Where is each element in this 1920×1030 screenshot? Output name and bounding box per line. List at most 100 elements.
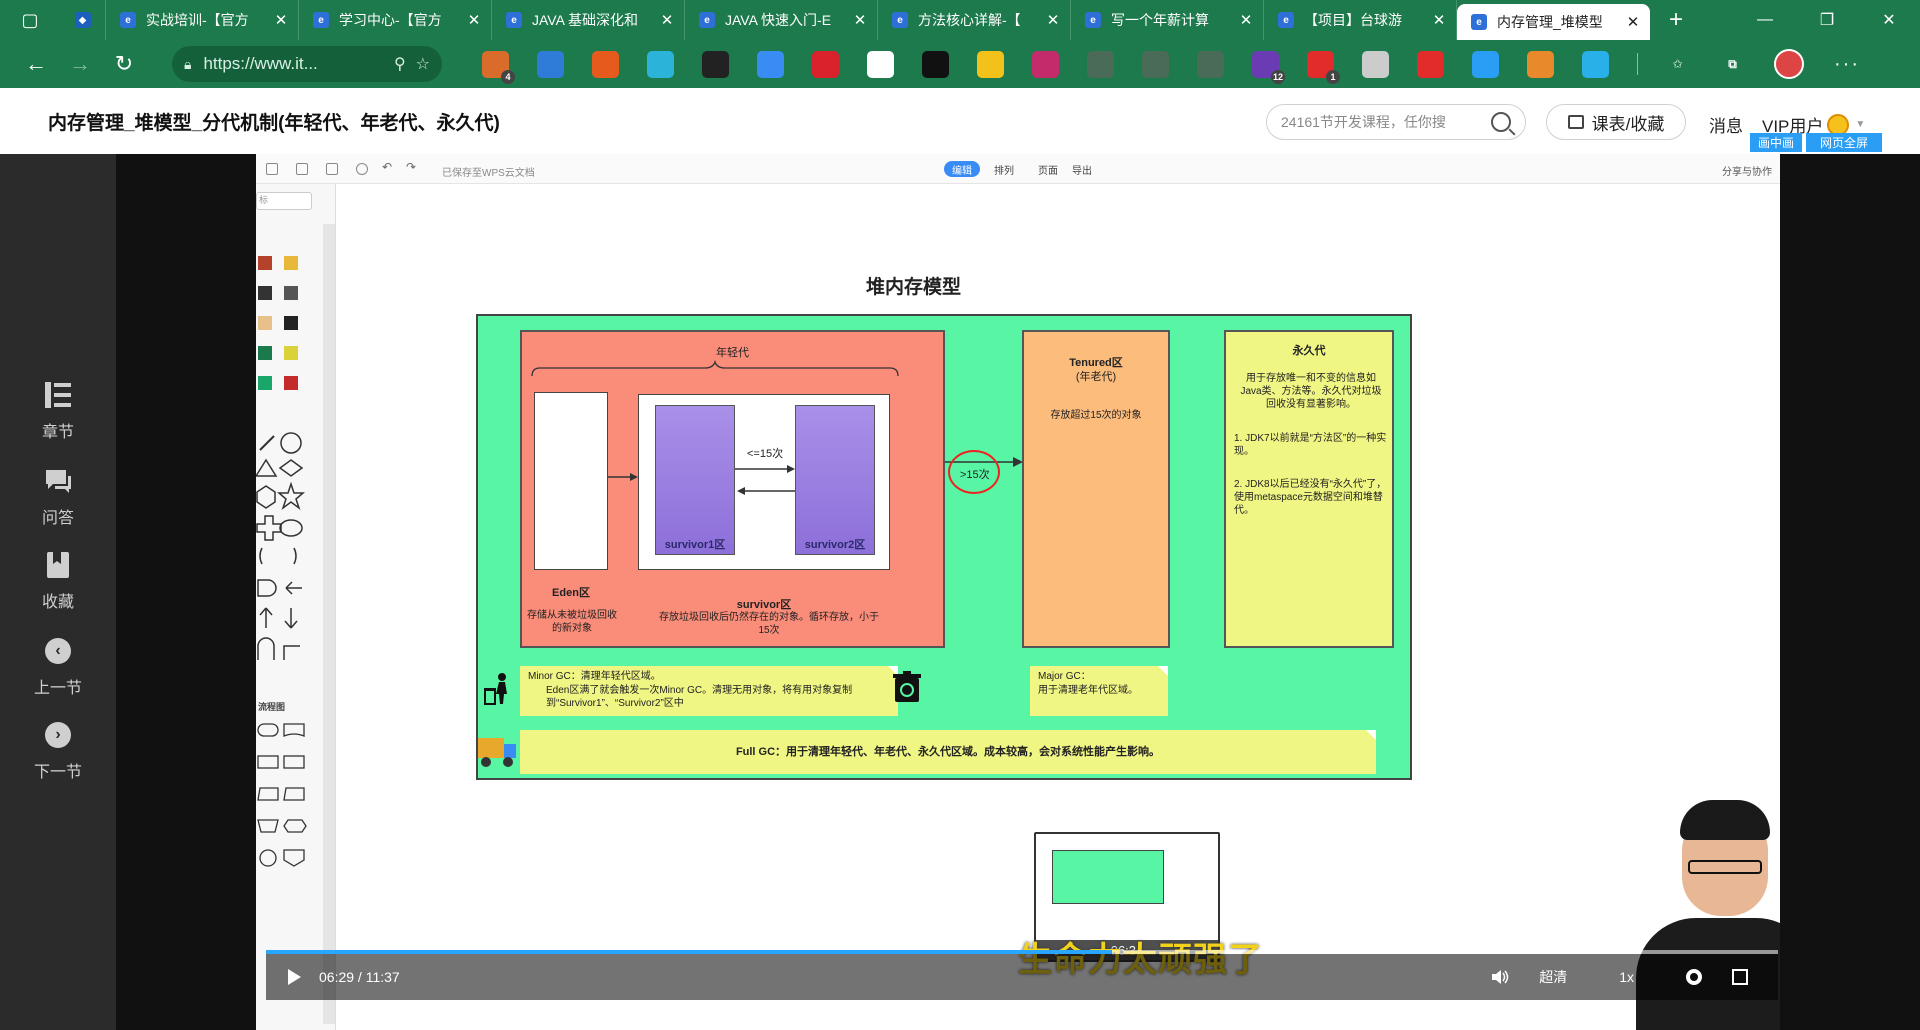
calculator-ext-icon[interactable] <box>702 50 729 78</box>
prev-lesson-button[interactable]: ‹ 上一节 <box>0 636 116 698</box>
search-icon[interactable] <box>1491 112 1511 132</box>
translate-ext-icon[interactable] <box>537 50 564 78</box>
window-menu-icon[interactable]: ▢ <box>0 0 60 40</box>
flowchart-shape-icons <box>257 723 307 867</box>
next-lesson-button[interactable]: › 下一节 <box>0 720 116 782</box>
browser-tab[interactable]: e 内存管理_堆模型 ✕ <box>1457 4 1650 40</box>
mountain-ext-icon[interactable] <box>867 50 894 78</box>
browser-tab[interactable]: e JAVA 基础深化和 ✕ <box>492 0 685 40</box>
site-favicon-icon: e <box>1471 14 1487 30</box>
zoom-icon[interactable]: ⚲ <box>394 54 406 74</box>
site-favicon-icon: e <box>313 12 329 28</box>
tab-close-icon[interactable]: ✕ <box>1237 11 1255 29</box>
fullscreen-icon[interactable] <box>1732 969 1748 985</box>
permanent-gen-box: 永久代 用于存放唯一和不变的信息如Java类、方法等。永久代对垃圾回收没有显著影… <box>1224 330 1394 648</box>
tab-pinned[interactable]: ◆ <box>60 0 106 40</box>
diamond-ext-icon[interactable] <box>1142 50 1169 78</box>
favorites-icon[interactable]: ✩ <box>1664 51 1691 78</box>
video-player[interactable]: ↶ ↷ 已保存至WPS云文档 编辑 排列 页面 导出 分享与协作 标 流程图 堆… <box>116 154 1920 1030</box>
wps-share: 分享与协作 <box>1722 167 1772 178</box>
profile-avatar[interactable] <box>1774 49 1804 79</box>
pip-button[interactable]: 画中画 <box>1750 133 1802 152</box>
hat-ext-icon[interactable]: 12 <box>1252 50 1285 84</box>
brace-shape <box>531 360 899 377</box>
chapters-label: 章节 <box>41 424 74 441</box>
survivor1-label: survivor1区 <box>664 539 726 551</box>
wps-tab-page: 页面 <box>1038 165 1058 177</box>
chapters-button[interactable]: 章节 <box>0 380 116 442</box>
favorite-star-icon[interactable]: ☆ <box>416 54 430 74</box>
tab-close-icon[interactable]: ✕ <box>272 11 290 29</box>
play-icon[interactable] <box>288 969 301 985</box>
browser-tab[interactable]: e 实战培训-【官方 ✕ <box>106 0 299 40</box>
tab-close-icon[interactable]: ✕ <box>1044 11 1062 29</box>
volume-icon[interactable] <box>1491 969 1509 985</box>
browser-tab[interactable]: e 写一个年薪计算 ✕ <box>1071 0 1264 40</box>
gem-ext-icon[interactable] <box>757 50 784 78</box>
tab-close-icon[interactable]: ✕ <box>851 11 869 29</box>
collections-icon[interactable]: ⧉ <box>1719 51 1746 78</box>
settings-gear-icon[interactable] <box>1686 969 1702 985</box>
spiral-ext-icon[interactable] <box>1032 50 1059 78</box>
puzzle-ext-icon[interactable]: 4 <box>482 50 515 84</box>
reload-icon[interactable]: ↻ <box>102 44 146 84</box>
close-window-icon[interactable]: ✕ <box>1858 0 1920 40</box>
next-lesson-label: 下一节 <box>33 764 82 781</box>
tabs-container: e 实战培训-【官方 ✕ e 学习中心-【官方 ✕ e JAVA 基础深化和 ✕ e JAVA 快速… <box>106 0 1650 40</box>
forward-icon[interactable]: → <box>58 44 102 84</box>
playback-time: 06:29 / 11:37 <box>319 969 400 985</box>
qa-button[interactable]: 问答 <box>0 466 116 528</box>
lt15-label: <=15次 <box>747 448 784 460</box>
quality-selector[interactable]: 超清 <box>1539 967 1567 987</box>
tab-close-icon[interactable]: ✕ <box>1624 13 1642 31</box>
perm-jdk7-note: 1. JDK7以前就是“方法区”的一种实现。 <box>1234 433 1387 457</box>
survivor-description: 存放垃圾回收后仍然存在的对象。循环存放，小于15次 <box>659 612 879 636</box>
browser-tab[interactable]: e 【项目】台球游 ✕ <box>1264 0 1457 40</box>
recycle-bin-icon <box>893 671 921 702</box>
gem-favicon-icon: ◆ <box>74 12 91 28</box>
tab-title: JAVA 基础深化和 <box>532 12 639 28</box>
browser-tab[interactable]: e JAVA 快速入门-E ✕ <box>685 0 878 40</box>
eden-box <box>534 392 608 570</box>
fox-ext-icon[interactable] <box>1527 50 1554 78</box>
ring-ext-icon[interactable] <box>1472 50 1499 78</box>
browser-tab[interactable]: e 学习中心-【官方 ✕ <box>299 0 492 40</box>
chapters-icon <box>43 380 73 410</box>
back-icon[interactable]: ← <box>14 44 58 84</box>
perm-title: 永久代 <box>1292 345 1326 357</box>
bookmark-icon <box>43 550 73 580</box>
page-fullscreen-button[interactable]: 网页全屏 <box>1806 133 1882 152</box>
m-ext-icon[interactable] <box>977 50 1004 78</box>
tab-close-icon[interactable]: ✕ <box>465 11 483 29</box>
site-favicon-icon: e <box>699 12 715 28</box>
collect-button[interactable]: 收藏 <box>0 550 116 612</box>
extensions-row: 4 12 1 <box>482 50 1637 84</box>
messages-link[interactable]: 消息 <box>1709 112 1743 137</box>
asterisk-ext-icon[interactable] <box>922 50 949 78</box>
notes-ext-icon[interactable] <box>592 50 619 78</box>
tab-title: 学习中心-【官方 <box>339 12 442 28</box>
schedule-favorites-button[interactable]: 课表/收藏 <box>1546 104 1686 140</box>
brackets-ext-icon[interactable] <box>1087 50 1114 78</box>
speed-selector[interactable]: 1x <box>1619 969 1634 985</box>
browser-tab[interactable]: e 方法核心详解-【 ✕ <box>878 0 1071 40</box>
abp-ext-icon[interactable] <box>812 50 839 78</box>
perm-jdk8-note: 2. JDK8以后已经没有“永久代”了，使用metaspace元数据空间和堆替代… <box>1234 479 1387 516</box>
cubes-ext-icon[interactable]: 1 <box>1307 50 1340 84</box>
minimize-icon[interactable]: — <box>1734 0 1796 40</box>
wps-tab-export: 导出 <box>1072 165 1092 177</box>
course-search-input[interactable]: 24161节开发课程，任你搜 <box>1266 104 1526 140</box>
circle-ext-icon[interactable] <box>1417 50 1444 78</box>
tab-close-icon[interactable]: ✕ <box>658 11 676 29</box>
grid-ext-icon[interactable] <box>647 50 674 78</box>
more-menu-icon[interactable]: ··· <box>1834 53 1860 76</box>
camera-ext-icon[interactable] <box>1362 50 1389 78</box>
wps-redo-icon: ↷ <box>406 160 417 174</box>
tab-close-icon[interactable]: ✕ <box>1430 11 1448 29</box>
code-ext-icon[interactable] <box>1197 50 1224 78</box>
restore-icon[interactable]: ❐ <box>1796 0 1858 40</box>
shield-ext-icon[interactable] <box>1582 50 1609 78</box>
url-field[interactable]: 🔒︎ https://www.it... ⚲ ☆ <box>172 46 442 82</box>
new-tab-button[interactable]: + <box>1650 0 1702 40</box>
minor-gc-title: Minor GC：清理年轻代区域。 <box>528 671 661 682</box>
